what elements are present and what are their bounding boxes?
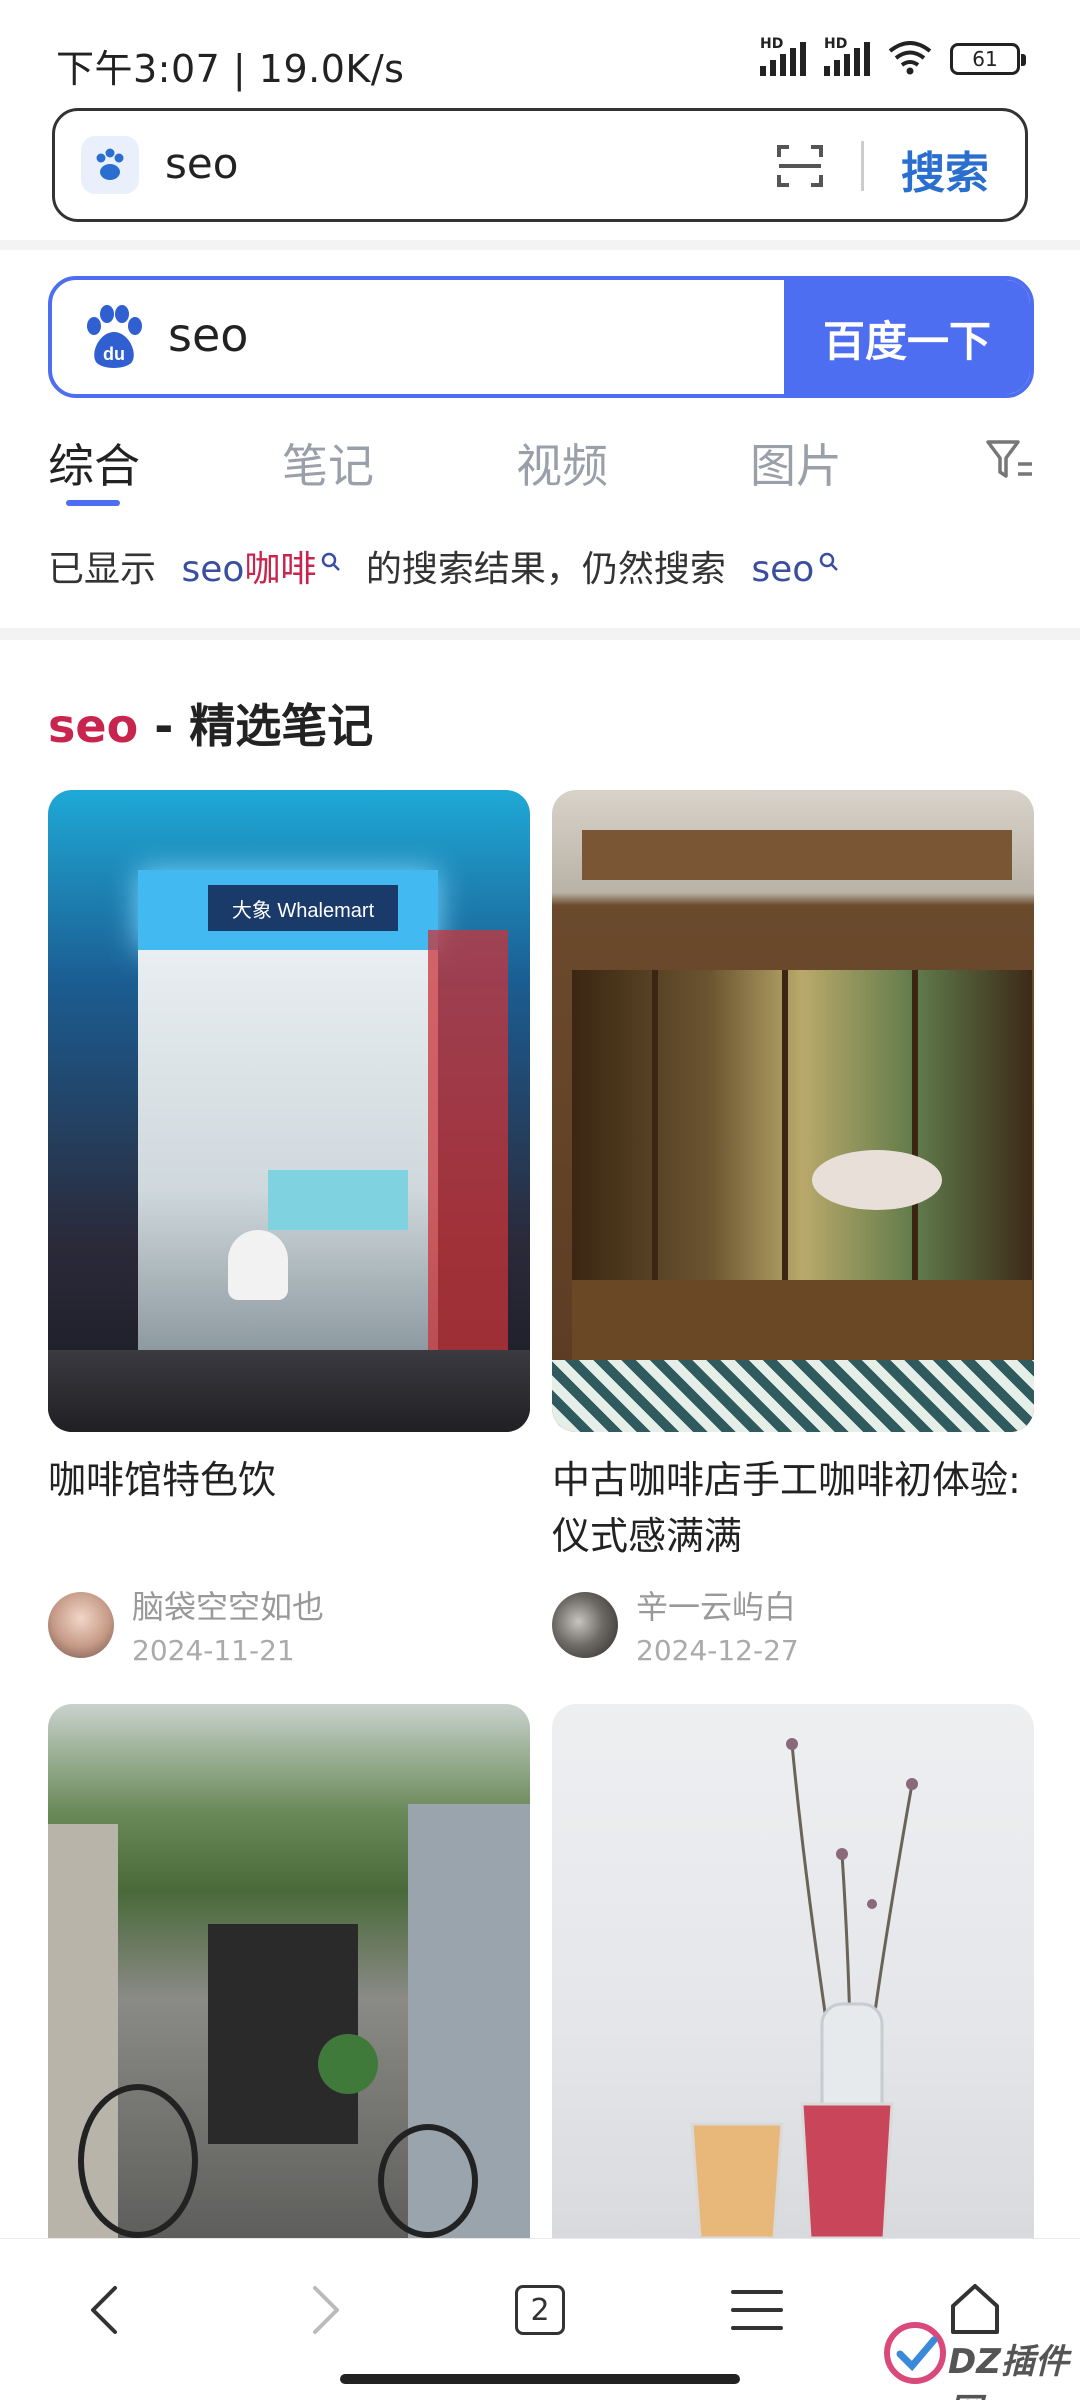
store-sign: 大象 Whalemart: [208, 885, 398, 931]
search-small-icon-2: [820, 552, 839, 571]
original-keyword-link[interactable]: seo: [751, 549, 840, 590]
watermark-logo-icon: [884, 2322, 946, 2384]
search-query[interactable]: seo: [168, 308, 248, 362]
note-card-image-4[interactable]: [552, 1704, 1034, 2238]
note-card-image-3[interactable]: [48, 1704, 530, 2238]
avatar: [48, 1591, 114, 1658]
spelling-hint: 已显示 seo咖啡 的搜索结果，仍然搜索 seo: [48, 540, 840, 592]
battery-icon: 61: [950, 43, 1026, 75]
author-name: 脑袋空空如也: [132, 1588, 325, 1626]
search-small-icon: [322, 552, 341, 571]
note-card-author-2[interactable]: 辛一云屿白 2024-12-27: [552, 1582, 799, 1667]
forward-icon[interactable]: [290, 2275, 360, 2345]
original-kw: seo: [751, 549, 815, 590]
status-bar: 下午3:07 | 19.0K/s HD HD 61: [0, 0, 1080, 105]
baidu-search-box[interactable]: du seo 百度一下: [48, 276, 1034, 398]
author-name: 辛一云屿白: [636, 1588, 797, 1626]
post-date: 2024-11-21: [132, 1634, 295, 1667]
note-card-image-1[interactable]: 大象 Whalemart: [48, 790, 530, 1432]
section-title: seo - 精选笔记: [48, 690, 373, 756]
divider-2: [0, 628, 1080, 640]
bar-separator: [861, 141, 864, 191]
hint-middle: 的搜索结果，仍然搜索: [365, 549, 726, 590]
wifi-icon: [888, 39, 932, 79]
note-card-title-1[interactable]: 咖啡馆特色饮: [48, 1452, 530, 1508]
watermark: DZ插件网: [880, 2318, 1080, 2400]
browser-search-button[interactable]: 搜索: [901, 137, 989, 201]
note-card-image-2[interactable]: [552, 790, 1034, 1432]
section-keyword: seo: [48, 699, 139, 753]
cellular-signal-icon: HD: [760, 36, 806, 76]
browser-address-bar[interactable]: seo 搜索: [52, 108, 1028, 222]
filter-icon[interactable]: [982, 432, 1036, 486]
tab-all[interactable]: 综合: [48, 430, 140, 496]
tab-notes[interactable]: 笔记: [282, 430, 374, 496]
active-tab-indicator: [66, 500, 120, 506]
svg-text:du: du: [103, 344, 125, 364]
note-card-author-1[interactable]: 脑袋空空如也 2024-11-21: [48, 1582, 324, 1667]
address-query[interactable]: seo: [165, 139, 238, 188]
note-card-title-2[interactable]: 中古咖啡店手工咖啡初体验: 仪式感满满: [552, 1452, 1034, 1564]
suggested-kw: seo: [181, 549, 245, 590]
hint-prefix: 已显示: [48, 549, 157, 590]
back-icon[interactable]: [70, 2275, 140, 2345]
divider: [0, 240, 1080, 250]
avatar: [552, 1591, 618, 1658]
tab-images[interactable]: 图片: [750, 430, 842, 496]
status-time: 下午3:07 | 19.0K/s: [56, 47, 405, 91]
tabs-icon[interactable]: 2: [505, 2275, 575, 2345]
hd-label: HD: [760, 36, 784, 52]
baidu-search-button[interactable]: 百度一下: [784, 280, 1030, 394]
tab-videos[interactable]: 视频: [516, 430, 608, 496]
tab-count: 2: [515, 2285, 565, 2335]
flower-illustration: [690, 1738, 918, 2238]
home-indicator[interactable]: [340, 2374, 740, 2384]
watermark-text: DZ插件网: [948, 2342, 1069, 2400]
post-date: 2024-12-27: [636, 1634, 799, 1667]
baidu-logo-icon: du: [82, 304, 146, 370]
scan-icon[interactable]: [775, 141, 825, 191]
suggested-suffix: 咖啡: [244, 549, 317, 590]
suggested-keyword-link[interactable]: seo咖啡: [181, 549, 342, 590]
hd-label-2: HD: [824, 36, 848, 52]
result-tabs: 综合 笔记 视频 图片: [0, 420, 1080, 510]
status-icons: HD HD 61: [760, 36, 1026, 80]
menu-icon[interactable]: [722, 2275, 792, 2345]
baidu-paw-icon: [81, 136, 139, 194]
cellular-signal-icon-2: HD: [824, 36, 870, 76]
section-title-text: - 精选笔记: [138, 699, 374, 753]
